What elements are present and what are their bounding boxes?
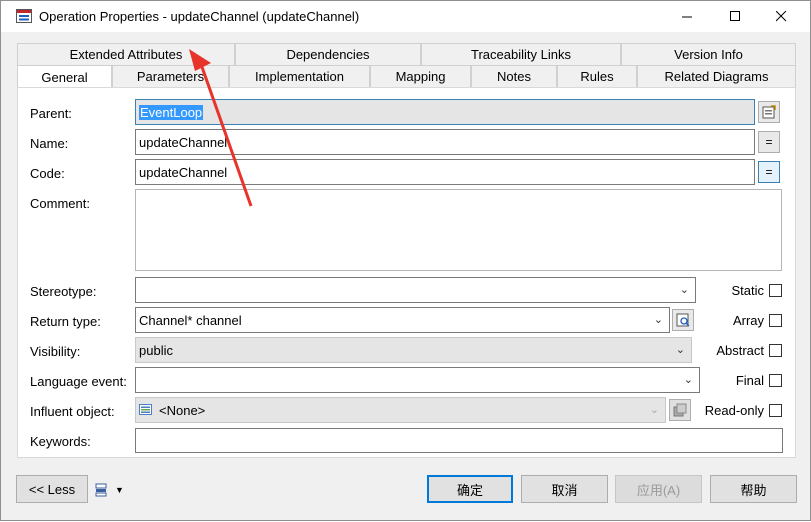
code-value: updateChannel [139, 164, 228, 180]
tab-row-bottom: General Parameters Implementation Mappin… [17, 65, 796, 89]
parent-value: EventLoop [139, 104, 204, 120]
tab-dependencies[interactable]: Dependencies [235, 43, 421, 65]
return-type-value: Channel* channel [139, 312, 242, 328]
tab-related-diagrams[interactable]: Related Diagrams [637, 65, 796, 87]
chevron-down-icon: ⌄ [649, 404, 659, 416]
stereotype-label: Stereotype: [30, 284, 97, 299]
parent-field[interactable]: EventLoop [135, 99, 755, 125]
keywords-input[interactable] [135, 428, 783, 453]
language-event-combobox[interactable]: ⌄ [135, 367, 700, 393]
properties-icon [762, 105, 776, 119]
static-label: Static [731, 283, 764, 298]
ok-button[interactable]: 确定 [427, 475, 513, 503]
influent-object-value: <None> [159, 402, 206, 418]
tab-implementation[interactable]: Implementation [229, 65, 370, 87]
chevron-down-icon: ⌄ [653, 314, 663, 326]
tab-traceability-links[interactable]: Traceability Links [421, 43, 621, 65]
list-object-icon [139, 404, 152, 415]
return-type-combobox[interactable]: Channel* channel ⌄ [135, 307, 670, 333]
maximize-button[interactable] [712, 1, 758, 32]
comment-label: Comment: [30, 196, 90, 211]
less-button[interactable]: << Less [16, 475, 88, 503]
visibility-value: public [139, 342, 173, 358]
name-label: Name: [30, 136, 69, 151]
caret-down-icon: ▼ [115, 485, 124, 495]
static-checkbox[interactable] [769, 284, 782, 297]
keywords-label: Keywords: [30, 434, 91, 449]
array-checkbox[interactable] [769, 314, 782, 327]
influent-object-label: Influent object: [30, 404, 115, 419]
return-type-label: Return type: [30, 314, 101, 329]
tab-notes[interactable]: Notes [471, 65, 557, 87]
title-bar: Operation Properties - updateChannel (up… [1, 1, 810, 32]
final-label: Final [735, 373, 764, 388]
tab-extended-attributes[interactable]: Extended Attributes [17, 43, 235, 65]
parent-label: Parent: [30, 106, 72, 121]
abstract-label: Abstract [716, 343, 764, 358]
abstract-checkbox[interactable] [769, 344, 782, 357]
operation-properties-dialog: Operation Properties - updateChannel (up… [0, 0, 811, 521]
readonly-checkbox[interactable] [769, 404, 782, 417]
maximize-icon [729, 11, 740, 21]
tab-mapping[interactable]: Mapping [370, 65, 471, 87]
window-title: Operation Properties - updateChannel (up… [39, 9, 360, 24]
code-equals-button[interactable]: = [758, 161, 780, 183]
code-label: Code: [30, 166, 65, 181]
select-object-icon [676, 313, 690, 327]
chevron-down-icon: ⌄ [675, 344, 685, 356]
operation-app-icon [16, 9, 32, 23]
object-properties-icon [673, 403, 687, 417]
final-checkbox[interactable] [769, 374, 782, 387]
name-equals-button[interactable]: = [758, 131, 780, 153]
minimize-icon [681, 16, 692, 18]
layout-menu-button[interactable]: ▼ [95, 481, 129, 499]
stereotype-combobox[interactable]: ⌄ [135, 277, 696, 303]
tab-general[interactable]: General [17, 65, 112, 89]
parent-properties-button[interactable] [758, 101, 780, 123]
minimize-button[interactable] [664, 1, 710, 32]
chevron-down-icon: ⌄ [683, 374, 693, 386]
name-input[interactable]: updateChannel [135, 129, 755, 155]
language-event-label: Language event: [30, 374, 127, 389]
return-type-select-button[interactable] [672, 309, 694, 331]
code-input[interactable]: updateChannel [135, 159, 755, 185]
tab-rules[interactable]: Rules [557, 65, 637, 87]
visibility-label: Visibility: [30, 344, 81, 359]
array-label: Array [732, 313, 764, 328]
influent-object-properties-button[interactable] [669, 399, 691, 421]
cancel-button[interactable]: 取消 [521, 475, 608, 503]
visibility-select[interactable]: public ⌄ [135, 337, 692, 363]
close-icon [775, 11, 786, 22]
comment-textarea[interactable] [135, 189, 782, 271]
name-value: updateChannel [139, 134, 228, 150]
layout-icon [95, 483, 107, 497]
tab-parameters[interactable]: Parameters [112, 65, 229, 87]
influent-object-combobox[interactable]: <None> ⌄ [135, 397, 666, 423]
readonly-label: Read-only [704, 403, 764, 418]
apply-button[interactable]: 应用(A) [615, 475, 702, 503]
chevron-down-icon: ⌄ [679, 284, 689, 296]
tab-version-info[interactable]: Version Info [621, 43, 796, 65]
help-button[interactable]: 帮助 [710, 475, 797, 503]
close-button[interactable] [758, 1, 804, 32]
tab-row-top: Extended Attributes Dependencies Traceab… [17, 43, 796, 65]
